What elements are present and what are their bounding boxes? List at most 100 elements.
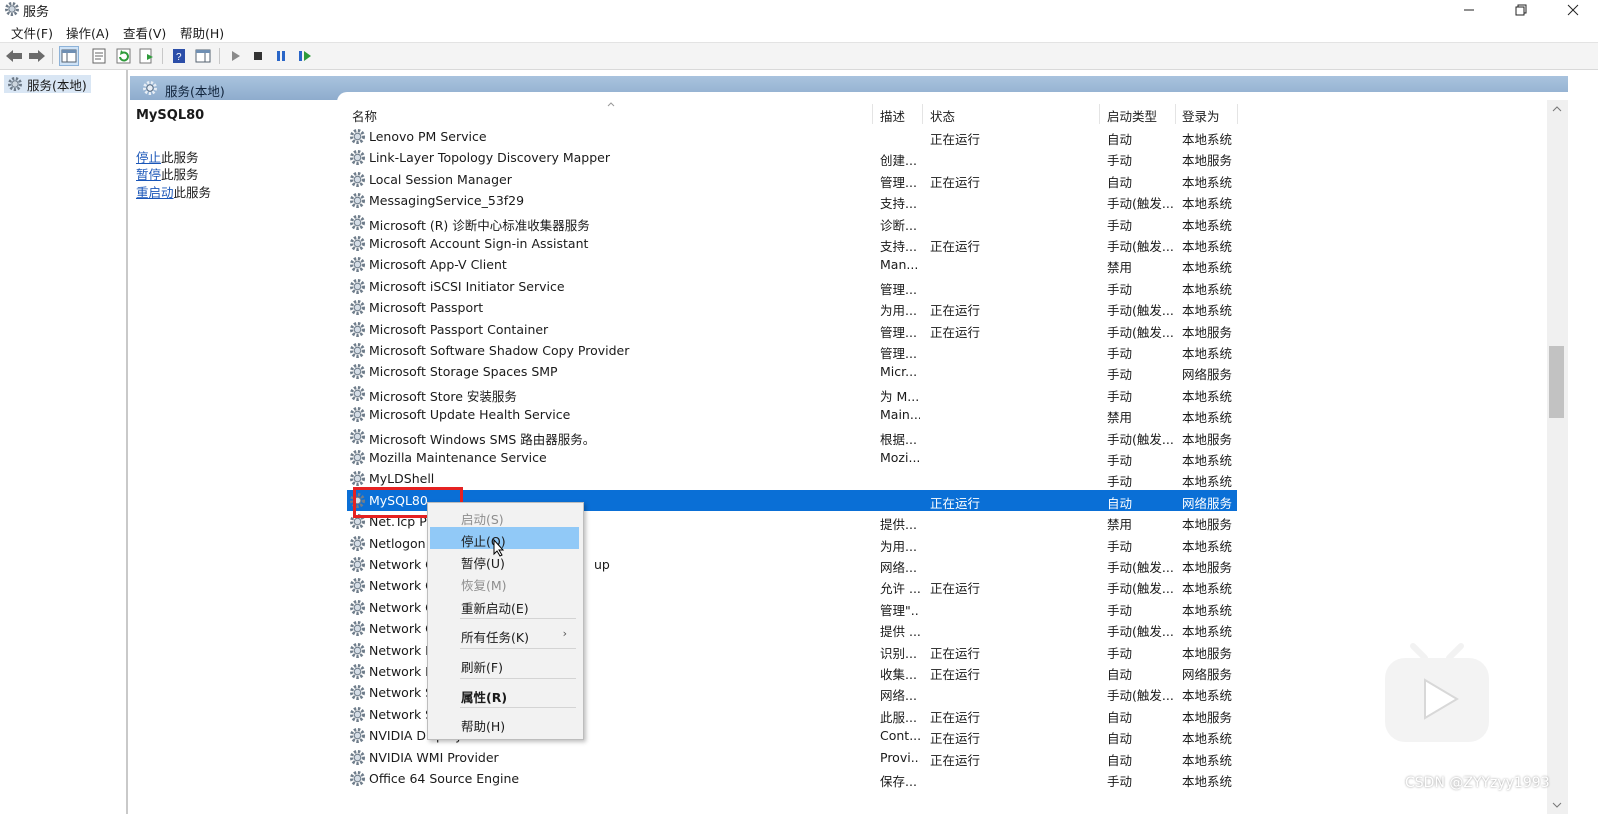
service-gear-icon	[349, 193, 366, 209]
menu-action[interactable]: 操作(A)	[66, 23, 109, 42]
service-name: Microsoft Passport	[369, 300, 484, 316]
service-log-on-as: 本地系统	[1182, 260, 1233, 276]
service-row[interactable]: Local Session Manager 管理... 正在运行 自动 本地系统	[347, 169, 1237, 190]
menu-view[interactable]: 查看(V)	[123, 23, 166, 42]
minimize-button[interactable]	[1446, 0, 1492, 20]
menu-item-label: 恢复(M)	[461, 578, 507, 593]
refresh-button[interactable]	[114, 46, 134, 66]
close-button[interactable]	[1550, 0, 1596, 20]
service-startup-type: 自动	[1107, 667, 1133, 682]
vertical-scrollbar[interactable]	[1547, 100, 1568, 814]
column-header-description[interactable]: 描述	[880, 106, 905, 125]
services-gear-icon	[5, 2, 19, 16]
context-menu-all-tasks[interactable]: 所有任务(K) ›	[430, 623, 579, 645]
restart-service-link[interactable]: 重启动	[136, 185, 174, 200]
service-row[interactable]: Microsoft (R) 诊断中心标准收集器服务 诊断... 手动 本地系统	[347, 212, 1237, 233]
service-startup-type: 手动	[1107, 281, 1133, 297]
service-row[interactable]: MyLDShell 手动 本地系统	[347, 468, 1237, 489]
context-menu-restart[interactable]: 重新启动(E)	[430, 594, 579, 616]
context-menu-properties[interactable]: 属性(R)	[430, 683, 579, 705]
service-log-on-as: 本地系统	[1182, 303, 1233, 319]
service-startup-type: 手动	[1107, 474, 1133, 490]
video-play-overlay-icon	[1385, 643, 1489, 742]
service-description: 管理...	[880, 174, 917, 190]
column-header-status[interactable]: 状态	[930, 106, 955, 125]
pause-service-button[interactable]	[271, 46, 291, 66]
service-gear-icon	[349, 128, 366, 145]
service-name: Office 64 Source Engine	[369, 771, 520, 786]
tree-node-label: 服务(本地)	[27, 77, 87, 93]
service-startup-type: 手动	[1107, 346, 1133, 361]
properties-button[interactable]	[89, 46, 109, 66]
arrow-right-icon	[29, 50, 45, 62]
forward-button[interactable]	[27, 46, 47, 66]
export-list-button[interactable]	[137, 46, 157, 66]
restart-service-button[interactable]	[295, 46, 315, 66]
service-row[interactable]: Microsoft Account Sign-in Assistant 支持...…	[347, 233, 1237, 254]
service-name: Microsoft Storage Spaces SMP	[369, 364, 558, 380]
service-row[interactable]: Microsoft Passport 为用... 正在运行 手动(触发... 本地系统	[347, 297, 1237, 318]
scroll-up-icon[interactable]	[1552, 106, 1562, 112]
service-row[interactable]: MessagingService_53f29 支持... 手动(触发... 本地系统	[347, 190, 1237, 211]
service-log-on-as: 本地系统	[1182, 752, 1233, 768]
service-row[interactable]: Mozilla Maintenance Service Mozi... 手动 本地系统	[347, 447, 1237, 468]
service-gear-icon	[349, 471, 366, 487]
menu-item-label: 帮助(H)	[461, 719, 506, 734]
service-startup-type: 自动	[1107, 709, 1133, 725]
service-gear-icon	[349, 449, 366, 466]
context-menu-refresh[interactable]: 刷新(F)	[430, 653, 579, 675]
toolbar-separator	[219, 48, 220, 64]
restore-button[interactable]	[1498, 0, 1544, 20]
service-row[interactable]: NVIDIA WMI Provider Provi... 正在运行 自动 本地系统	[347, 747, 1237, 768]
export-icon	[139, 48, 153, 64]
tree-node-services-local[interactable]: 服务(本地)	[4, 75, 91, 93]
service-row[interactable]: Microsoft Store 安装服务 为 M... 手动 本地系统	[347, 383, 1237, 404]
context-menu-resume[interactable]: 恢复(M)	[430, 571, 579, 593]
service-row[interactable]: Microsoft Windows SMS 路由器服务。 根据... 手动(触发..…	[347, 426, 1237, 447]
stop-service-link[interactable]: 停止	[136, 150, 161, 165]
selected-service-title: MySQL80	[136, 108, 205, 123]
service-row[interactable]: Microsoft Software Shadow Copy Provider 管…	[347, 340, 1237, 361]
service-row[interactable]: Microsoft iSCSI Initiator Service 管理... 手动…	[347, 276, 1237, 297]
help-button[interactable]: ?	[169, 46, 189, 66]
show-console-tree-button[interactable]	[59, 46, 79, 66]
service-startup-type: 自动	[1107, 752, 1133, 768]
services-gear-icon	[143, 81, 157, 95]
service-log-on-as: 网络服务	[1182, 367, 1233, 383]
action-pause: 暂停此服务	[136, 164, 199, 183]
service-description: 提供...	[880, 517, 917, 533]
service-row[interactable]: Link-Layer Topology Discovery Mapper 创建..…	[347, 147, 1237, 168]
service-gear-icon	[349, 257, 366, 273]
start-service-button[interactable]	[226, 46, 246, 66]
show-action-pane-button[interactable]	[193, 46, 213, 66]
context-menu-help[interactable]: 帮助(H)	[430, 712, 579, 734]
service-description: Man...	[880, 257, 919, 273]
back-button[interactable]	[4, 46, 24, 66]
service-name: Lenovo PM Service	[369, 129, 487, 144]
service-name: MessagingService_53f29	[369, 193, 525, 209]
service-row[interactable]: Office 64 Source Engine 保存... 手动 本地系统	[347, 768, 1237, 789]
service-gear-icon	[349, 214, 366, 230]
menu-help[interactable]: 帮助(H)	[180, 23, 224, 42]
service-log-on-as: 本地系统	[1182, 346, 1233, 361]
service-startup-type: 自动	[1107, 174, 1133, 190]
context-menu-start[interactable]: 启动(S)	[430, 505, 579, 527]
service-row[interactable]: Microsoft Storage Spaces SMP Micr... 手动 网络服…	[347, 361, 1237, 382]
menu-file[interactable]: 文件(F)	[11, 23, 53, 42]
service-row[interactable]: Microsoft Passport Container 管理... 正在运行 手动(…	[347, 319, 1237, 340]
column-header-log-on-as[interactable]: 登录为	[1182, 106, 1220, 125]
menu-separator	[460, 707, 576, 708]
scroll-down-icon[interactable]	[1552, 802, 1562, 808]
action-suffix: 此服务	[173, 185, 212, 200]
service-row[interactable]: Lenovo PM Service 正在运行 自动 本地系统	[347, 126, 1237, 147]
stop-service-button[interactable]	[248, 46, 268, 66]
service-row[interactable]: Microsoft Update Health Service Main... 禁用…	[347, 404, 1237, 425]
pause-service-link[interactable]: 暂停	[136, 167, 161, 182]
column-header-startup-type[interactable]: 启动类型	[1107, 106, 1157, 125]
service-gear-icon	[349, 770, 366, 787]
column-header-name[interactable]: 名称	[352, 106, 377, 125]
scrollbar-thumb[interactable]	[1549, 346, 1564, 418]
play-icon	[232, 51, 240, 61]
service-row[interactable]: Microsoft App-V Client Man... 禁用 本地系统	[347, 254, 1237, 275]
list-tab-corner	[337, 92, 1568, 102]
